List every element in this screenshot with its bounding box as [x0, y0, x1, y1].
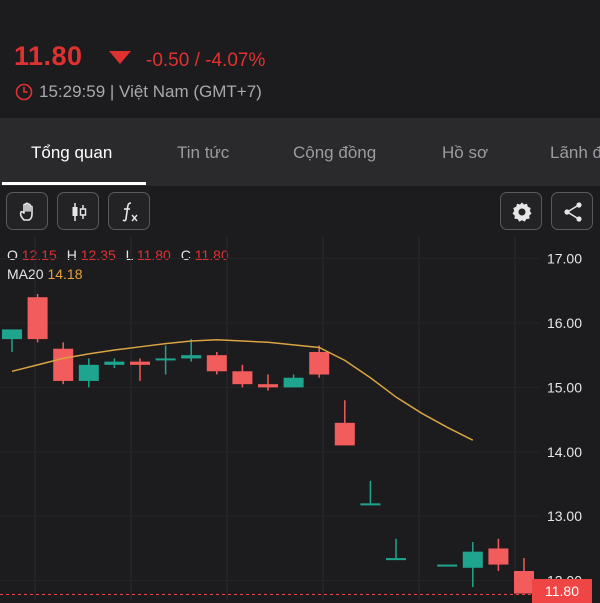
ma20-line — [11, 338, 474, 441]
candle-body — [104, 361, 125, 365]
candle-body — [514, 571, 534, 594]
candle-body — [232, 371, 253, 385]
candle-body — [334, 422, 355, 446]
candle-body — [462, 551, 483, 568]
candle-body — [309, 351, 330, 375]
candle-body — [2, 329, 22, 340]
candle-body — [53, 348, 74, 381]
candle-body — [78, 364, 99, 381]
candle-body — [488, 548, 509, 565]
candle-body — [130, 361, 150, 365]
candle-body — [437, 564, 458, 567]
y-tick-label: 13.00 — [547, 508, 582, 524]
candle-body — [360, 503, 381, 506]
y-tick-label: 17.00 — [547, 251, 582, 267]
candle-body — [283, 377, 304, 388]
last-price-tag: 11.80 — [532, 579, 592, 603]
candle-body — [206, 355, 227, 372]
candle-body — [386, 558, 406, 561]
candle-body — [155, 358, 176, 361]
candlestick-chart: 17.0016.0015.0014.0013.0012.00 — [0, 236, 582, 600]
candle-body — [181, 355, 202, 359]
candle-body — [258, 384, 278, 388]
y-tick-label: 14.00 — [547, 444, 582, 460]
y-tick-label: 16.00 — [547, 315, 582, 331]
y-tick-label: 15.00 — [547, 379, 582, 395]
candle-body — [27, 297, 48, 340]
